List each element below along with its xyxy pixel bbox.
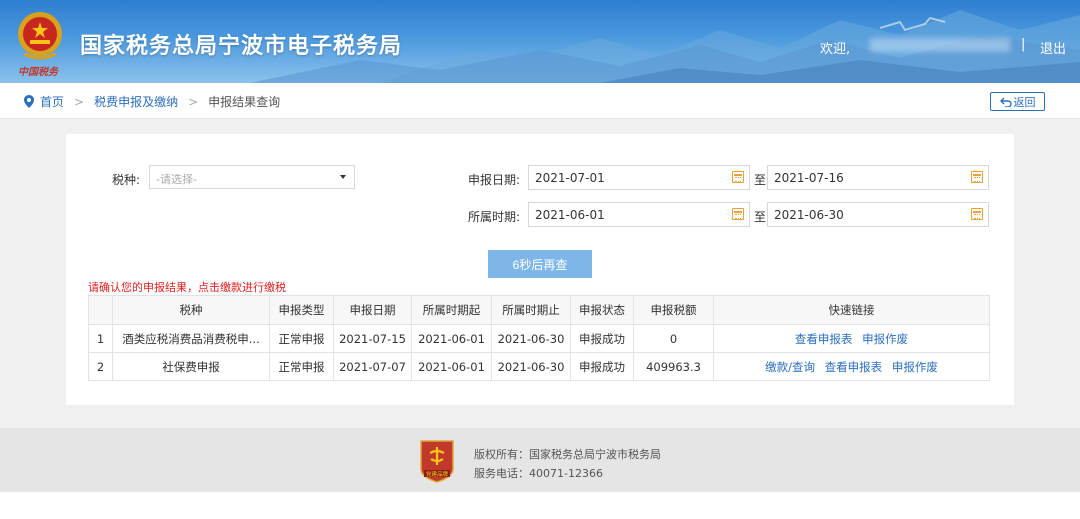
service-phone-text: 服务电话：40071-12366 xyxy=(474,467,603,480)
period-to-value: 2021-06-30 xyxy=(774,208,844,222)
breadcrumb-bar: 首页 > 税费申报及缴纳 > 申报结果查询 返回 xyxy=(0,83,1080,119)
row-links: 查看申报表 申报作废 xyxy=(713,324,990,353)
calendar-icon[interactable] xyxy=(732,171,744,183)
period-from-value: 2021-06-01 xyxy=(535,208,605,222)
username-redacted xyxy=(870,38,1010,52)
site-title: 国家税务总局宁波市电子税务局 xyxy=(80,34,403,59)
col-header-date: 申报日期 xyxy=(333,295,412,325)
chevron-down-icon xyxy=(340,175,346,179)
welcome-text: 欢迎, xyxy=(820,42,851,57)
col-header-amount: 申报税额 xyxy=(633,295,714,325)
row-type: 正常申报 xyxy=(269,324,334,353)
breadcrumb-arrow: > xyxy=(188,94,199,109)
pay-query-link[interactable]: 缴款/查询 xyxy=(765,360,815,374)
return-arrow-icon xyxy=(999,97,1012,107)
col-header-status: 申报状态 xyxy=(570,295,634,325)
col-header-period-start: 所属时期起 xyxy=(411,295,492,325)
calendar-icon[interactable] xyxy=(971,208,983,220)
row-status: 申报成功 xyxy=(570,352,634,381)
copyright-text: 版权所有：国家税务总局宁波市税务局 xyxy=(474,448,661,461)
view-declaration-link[interactable]: 查看申报表 xyxy=(825,360,883,374)
declare-date-label: 申报日期: xyxy=(467,173,520,187)
query-again-button[interactable]: 6秒后再查 xyxy=(488,250,592,278)
void-declaration-link[interactable]: 申报作废 xyxy=(892,360,938,374)
col-header-period-end: 所属时期止 xyxy=(491,295,571,325)
breadcrumb: 首页 > 税费申报及缴纳 > 申报结果查询 xyxy=(24,93,280,110)
col-header-index xyxy=(88,295,113,325)
to-label: 至 xyxy=(754,173,767,187)
calendar-icon[interactable] xyxy=(971,171,983,183)
view-declaration-link[interactable]: 查看申报表 xyxy=(795,332,853,346)
row-date: 2021-07-07 xyxy=(333,352,412,381)
declare-date-to-value: 2021-07-16 xyxy=(774,171,844,185)
row-period-start: 2021-06-01 xyxy=(411,352,492,381)
declare-date-to-input[interactable]: 2021-07-16 xyxy=(767,165,989,190)
row-status: 申报成功 xyxy=(570,324,634,353)
col-header-links: 快速链接 xyxy=(713,295,990,325)
site-header: 中国税务 国家税务总局宁波市电子税务局 欢迎, | 退出 xyxy=(0,0,1080,83)
row-period-start: 2021-06-01 xyxy=(411,324,492,353)
row-amount: 0 xyxy=(633,324,714,353)
tax-type-placeholder: -请选择- xyxy=(156,173,197,186)
logout-link[interactable]: 退出 xyxy=(1040,38,1066,57)
tax-type-select[interactable]: -请选择- xyxy=(149,165,355,189)
row-period-end: 2021-06-30 xyxy=(491,324,571,353)
bottom-strip xyxy=(0,492,1080,519)
table-row: 1 酒类应税消费品消费税申... 正常申报 2021-07-15 2021-06… xyxy=(88,324,990,353)
period-label: 所属时期: xyxy=(467,210,520,224)
calendar-icon[interactable] xyxy=(732,208,744,220)
site-footer: 党建品牌 版权所有：国家税务总局宁波市税务局 服务电话：40071-12366 xyxy=(0,428,1080,492)
row-type: 正常申报 xyxy=(269,352,334,381)
col-header-type: 申报类型 xyxy=(269,295,334,325)
header-separator: | xyxy=(1021,37,1026,52)
query-panel: 税种: -请选择- 申报日期: 2021-07-01 至 2021-07-16 … xyxy=(66,134,1014,405)
breadcrumb-arrow: > xyxy=(74,94,85,109)
row-index: 1 xyxy=(88,324,113,353)
notice-text: 请确认您的申报结果，点击缴款进行缴税 xyxy=(88,281,286,294)
national-emblem-icon xyxy=(18,12,62,60)
tax-type-label: 税种: xyxy=(111,173,140,187)
table-header-row: 税种 申报类型 申报日期 所属时期起 所属时期止 申报状态 申报税额 快速链接 xyxy=(88,295,990,325)
party-building-badge-icon: 党建品牌 xyxy=(420,440,454,483)
row-tax: 社保费申报 xyxy=(112,352,270,381)
col-header-tax: 税种 xyxy=(112,295,270,325)
result-table: 税种 申报类型 申报日期 所属时期起 所属时期止 申报状态 申报税额 快速链接 … xyxy=(88,295,990,381)
void-declaration-link[interactable]: 申报作废 xyxy=(862,332,908,346)
breadcrumb-current: 申报结果查询 xyxy=(208,95,281,109)
row-amount: 409963.3 xyxy=(633,352,714,381)
back-button[interactable]: 返回 xyxy=(990,92,1045,111)
declare-date-from-input[interactable]: 2021-07-01 xyxy=(528,165,750,190)
row-index: 2 xyxy=(88,352,113,381)
breadcrumb-section[interactable]: 税费申报及缴纳 xyxy=(94,93,178,110)
row-tax: 酒类应税消费品消费税申... xyxy=(112,324,270,353)
row-period-end: 2021-06-30 xyxy=(491,352,571,381)
emblem-caption: 中国税务 xyxy=(18,67,58,78)
period-from-input[interactable]: 2021-06-01 xyxy=(528,202,750,227)
to-label: 至 xyxy=(754,210,767,224)
table-row: 2 社保费申报 正常申报 2021-07-07 2021-06-01 2021-… xyxy=(88,352,990,381)
badge-caption: 党建品牌 xyxy=(426,470,449,478)
declare-date-from-value: 2021-07-01 xyxy=(535,171,605,185)
row-links: 缴款/查询 查看申报表 申报作废 xyxy=(713,352,990,381)
breadcrumb-home[interactable]: 首页 xyxy=(40,93,64,110)
back-button-label: 返回 xyxy=(1013,95,1036,109)
period-to-input[interactable]: 2021-06-30 xyxy=(767,202,989,227)
location-pin-icon xyxy=(24,95,34,108)
row-date: 2021-07-15 xyxy=(333,324,412,353)
